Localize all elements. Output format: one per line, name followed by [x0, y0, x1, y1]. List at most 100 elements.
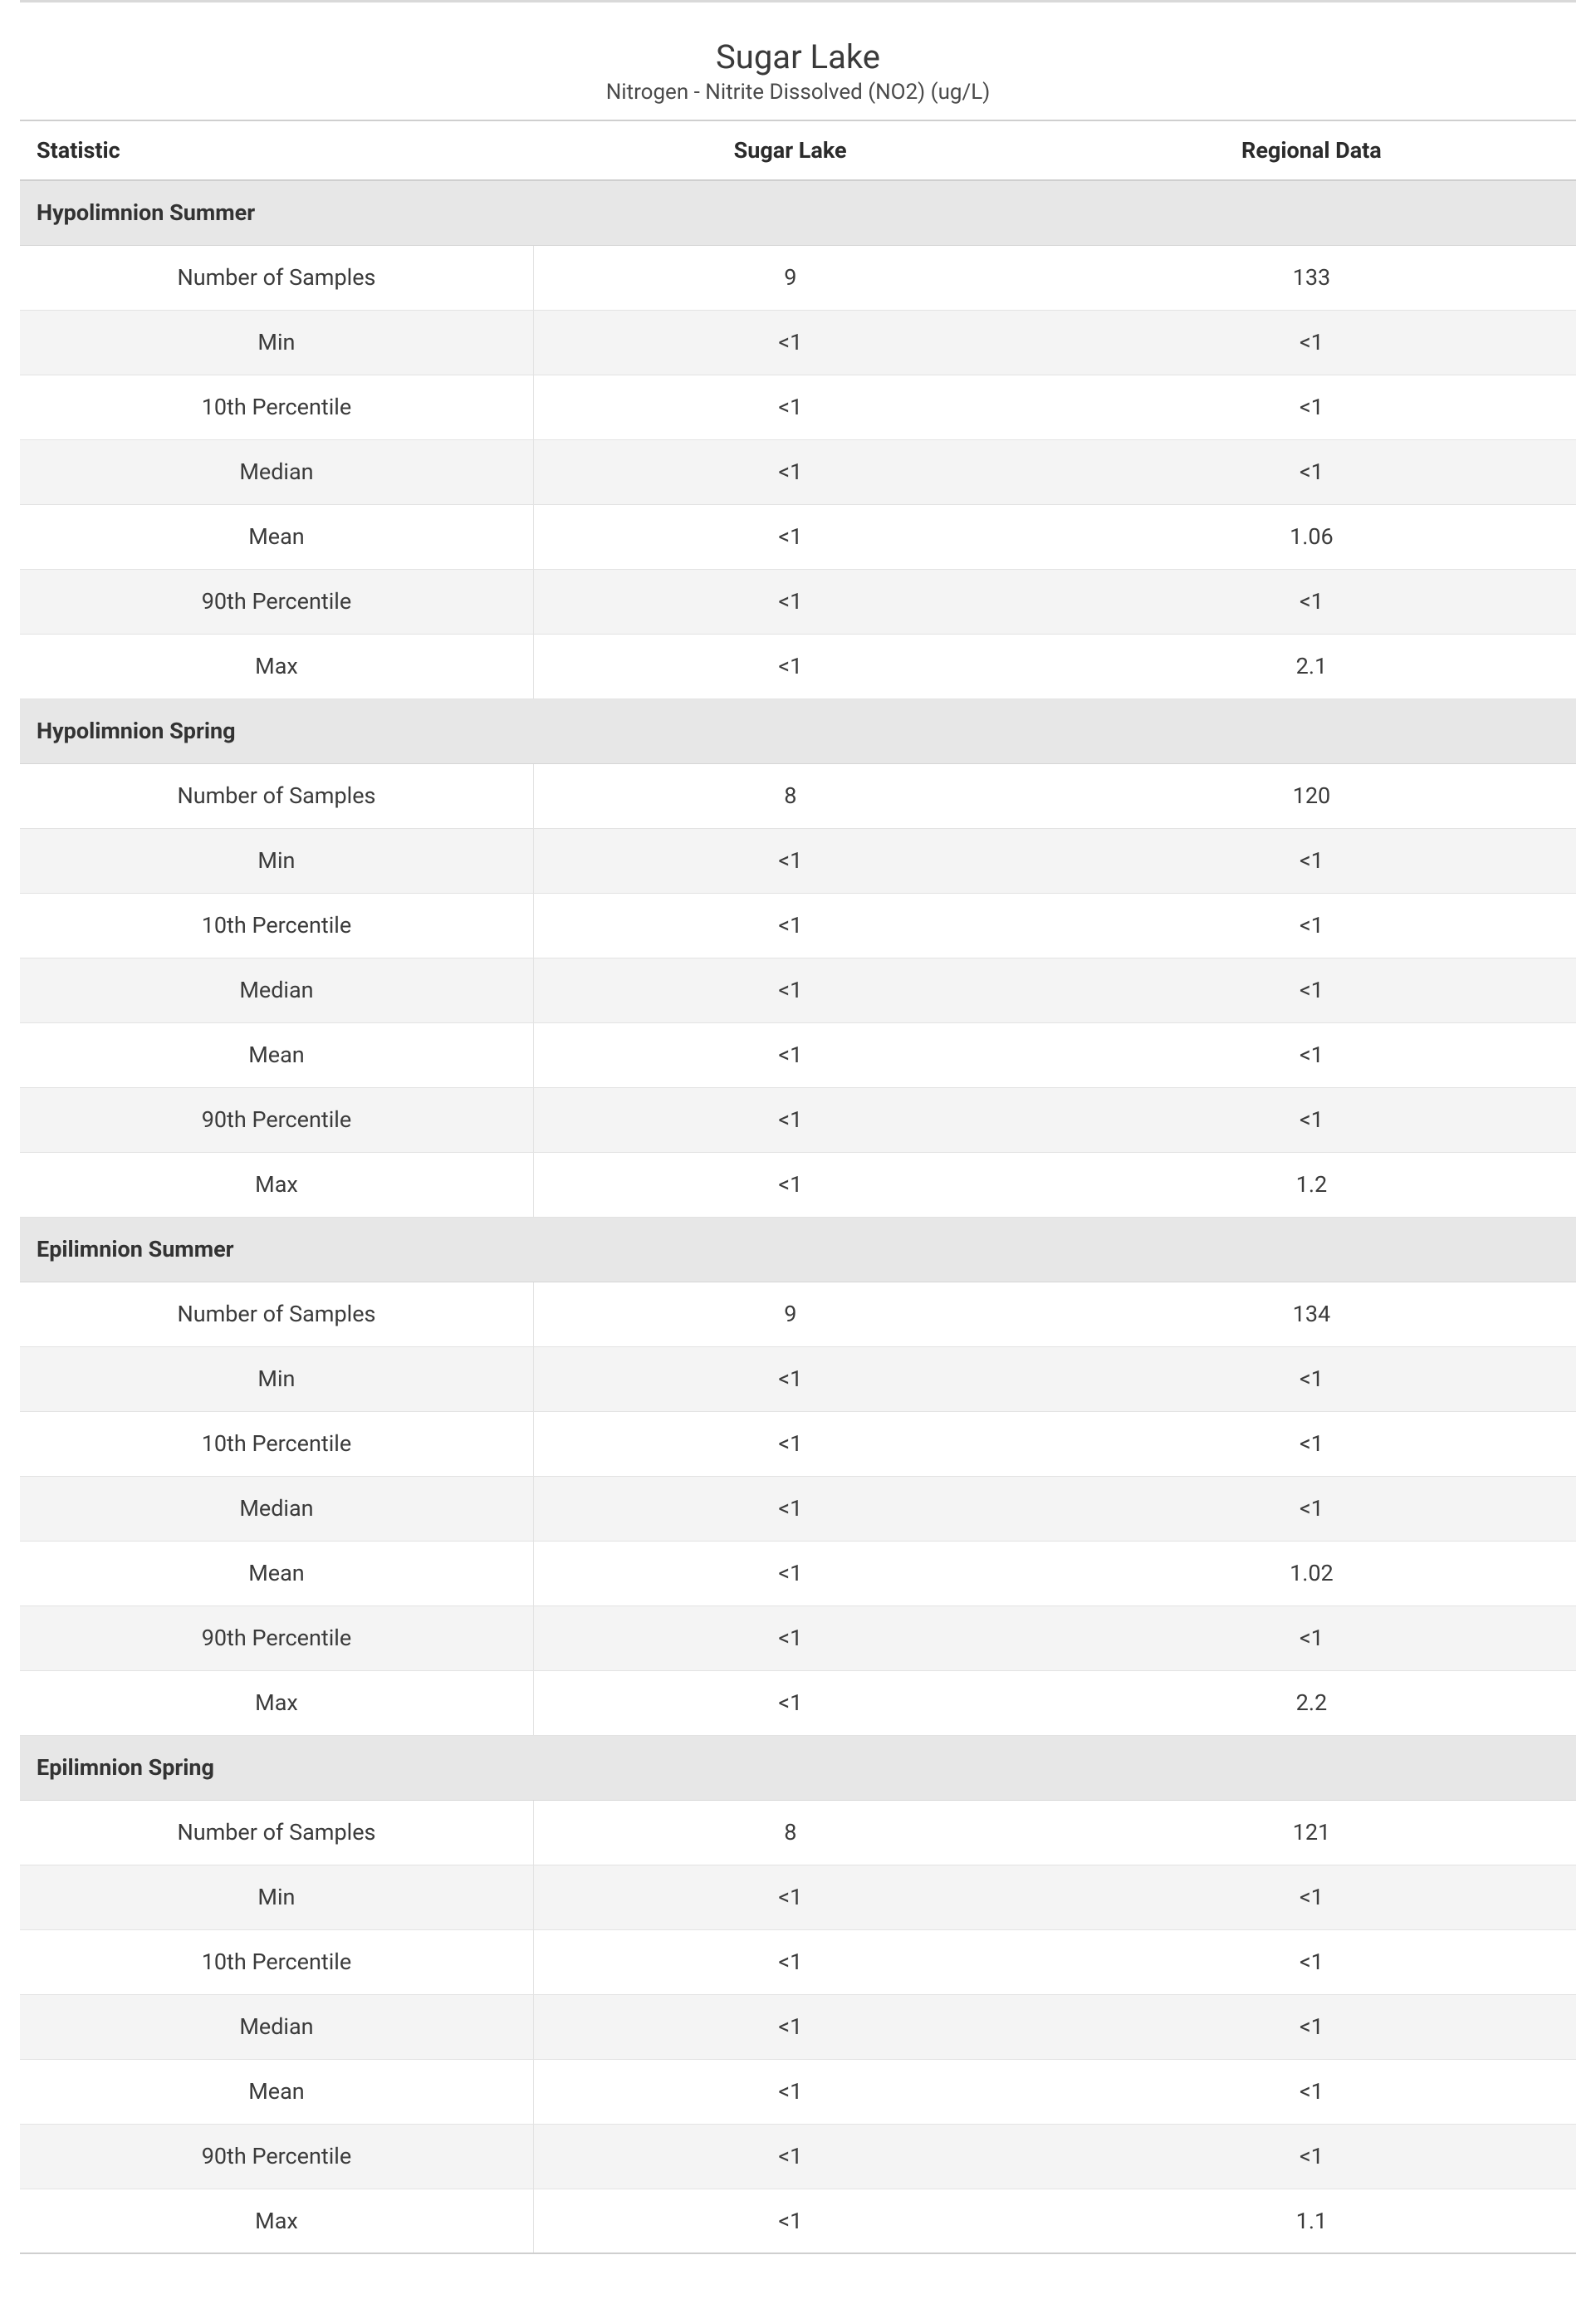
stat-label: Mean — [20, 2059, 533, 2124]
regional-value: <1 — [1047, 1411, 1576, 1476]
table-row: Number of Samples9133 — [20, 245, 1576, 310]
regional-value: 121 — [1047, 1800, 1576, 1865]
table-row: 90th Percentile<1<1 — [20, 1605, 1576, 1670]
stat-label: Mean — [20, 1541, 533, 1605]
stat-label: Min — [20, 1865, 533, 1929]
table-row: Number of Samples8120 — [20, 763, 1576, 828]
stat-label: Mean — [20, 504, 533, 569]
stat-label: Median — [20, 439, 533, 504]
stat-label: Min — [20, 1346, 533, 1411]
table-row: 10th Percentile<1<1 — [20, 375, 1576, 439]
table-row: Min<1<1 — [20, 1346, 1576, 1411]
lake-value: <1 — [533, 1152, 1046, 1217]
lake-value: <1 — [533, 569, 1046, 634]
lake-value: <1 — [533, 504, 1046, 569]
stat-label: Max — [20, 1670, 533, 1735]
table-row: 10th Percentile<1<1 — [20, 1929, 1576, 1994]
page: Sugar Lake Nitrogen - Nitrite Dissolved … — [0, 0, 1596, 2304]
title-block: Sugar Lake Nitrogen - Nitrite Dissolved … — [20, 26, 1576, 105]
lake-value: 8 — [533, 763, 1046, 828]
lake-value: <1 — [533, 439, 1046, 504]
lake-value: <1 — [533, 375, 1046, 439]
regional-value: <1 — [1047, 1346, 1576, 1411]
regional-value: 1.1 — [1047, 2189, 1576, 2253]
page-subtitle: Nitrogen - Nitrite Dissolved (NO2) (ug/L… — [20, 80, 1576, 105]
regional-value: <1 — [1047, 828, 1576, 893]
regional-value: <1 — [1047, 2059, 1576, 2124]
lake-value: <1 — [533, 1670, 1046, 1735]
regional-value: <1 — [1047, 958, 1576, 1022]
lake-value: <1 — [533, 1087, 1046, 1152]
table-row: Median<1<1 — [20, 958, 1576, 1022]
regional-value: <1 — [1047, 2124, 1576, 2189]
section-heading-row: Epilimnion Spring — [20, 1735, 1576, 1800]
lake-value: <1 — [533, 1994, 1046, 2059]
regional-value: 134 — [1047, 1282, 1576, 1346]
table-row: Max<12.1 — [20, 634, 1576, 699]
lake-value: <1 — [533, 1929, 1046, 1994]
regional-value: 2.1 — [1047, 634, 1576, 699]
stat-label: 90th Percentile — [20, 2124, 533, 2189]
section-heading: Hypolimnion Summer — [20, 180, 1576, 245]
stat-label: Mean — [20, 1022, 533, 1087]
lake-value: <1 — [533, 2189, 1046, 2253]
stat-label: Median — [20, 958, 533, 1022]
lake-value: <1 — [533, 634, 1046, 699]
top-rule — [20, 0, 1576, 2]
col-header-statistic: Statistic — [20, 120, 533, 180]
regional-value: <1 — [1047, 1087, 1576, 1152]
lake-value: <1 — [533, 1346, 1046, 1411]
stat-label: Median — [20, 1994, 533, 2059]
lake-value: <1 — [533, 958, 1046, 1022]
lake-value: 9 — [533, 1282, 1046, 1346]
lake-value: <1 — [533, 1541, 1046, 1605]
lake-value: 8 — [533, 1800, 1046, 1865]
stats-table: Statistic Sugar Lake Regional Data Hypol… — [20, 120, 1576, 2254]
stat-label: Number of Samples — [20, 245, 533, 310]
table-row: Max<12.2 — [20, 1670, 1576, 1735]
regional-value: <1 — [1047, 1929, 1576, 1994]
table-row: 90th Percentile<1<1 — [20, 569, 1576, 634]
table-row: 90th Percentile<1<1 — [20, 2124, 1576, 2189]
table-row: Mean<1<1 — [20, 1022, 1576, 1087]
stat-label: Min — [20, 828, 533, 893]
table-row: Max<11.1 — [20, 2189, 1576, 2253]
section-heading: Hypolimnion Spring — [20, 699, 1576, 763]
stat-label: 90th Percentile — [20, 1087, 533, 1152]
table-row: Mean<11.06 — [20, 504, 1576, 569]
regional-value: 1.02 — [1047, 1541, 1576, 1605]
stat-label: Number of Samples — [20, 1800, 533, 1865]
stat-label: 90th Percentile — [20, 569, 533, 634]
stat-label: Number of Samples — [20, 763, 533, 828]
lake-value: <1 — [533, 310, 1046, 375]
lake-value: <1 — [533, 2059, 1046, 2124]
col-header-regional: Regional Data — [1047, 120, 1576, 180]
table-row: Median<1<1 — [20, 439, 1576, 504]
regional-value: 1.06 — [1047, 504, 1576, 569]
table-row: Mean<11.02 — [20, 1541, 1576, 1605]
table-row: 10th Percentile<1<1 — [20, 1411, 1576, 1476]
table-row: Number of Samples9134 — [20, 1282, 1576, 1346]
regional-value: <1 — [1047, 310, 1576, 375]
lake-value: <1 — [533, 1411, 1046, 1476]
table-header-row: Statistic Sugar Lake Regional Data — [20, 120, 1576, 180]
table-row: 90th Percentile<1<1 — [20, 1087, 1576, 1152]
stat-label: 10th Percentile — [20, 1411, 533, 1476]
regional-value: <1 — [1047, 1476, 1576, 1541]
stat-label: Max — [20, 1152, 533, 1217]
stat-label: Max — [20, 2189, 533, 2253]
section-heading-row: Hypolimnion Summer — [20, 180, 1576, 245]
stat-label: Number of Samples — [20, 1282, 533, 1346]
table-row: 10th Percentile<1<1 — [20, 893, 1576, 958]
table-row: Max<11.2 — [20, 1152, 1576, 1217]
stat-label: 10th Percentile — [20, 375, 533, 439]
table-row: Min<1<1 — [20, 310, 1576, 375]
regional-value: 133 — [1047, 245, 1576, 310]
lake-value: <1 — [533, 1605, 1046, 1670]
section-heading-row: Hypolimnion Spring — [20, 699, 1576, 763]
regional-value: <1 — [1047, 375, 1576, 439]
lake-value: <1 — [533, 828, 1046, 893]
stat-label: 10th Percentile — [20, 893, 533, 958]
table-row: Median<1<1 — [20, 1994, 1576, 2059]
stat-label: 90th Percentile — [20, 1605, 533, 1670]
